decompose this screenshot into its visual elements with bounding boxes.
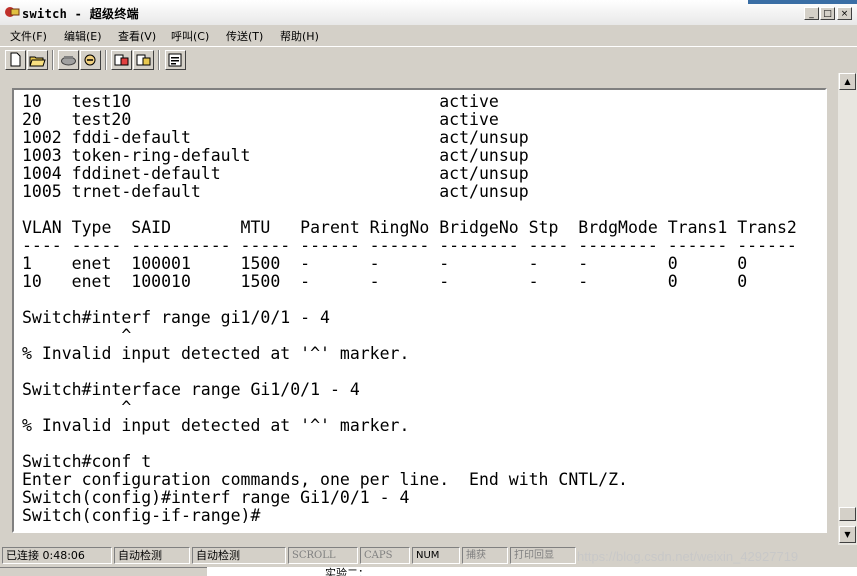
terminal-line: 10 enet 100010 1500 - - - - - 0 0 [22,272,748,291]
terminal-line: % Invalid input detected at '^' marker. [22,416,410,435]
desktop-strip [748,0,857,4]
receive-button[interactable] [133,50,154,70]
send-button[interactable] [111,50,132,70]
terminal-line: 1002 fddi-default act/unsup [22,128,529,147]
new-button[interactable] [5,50,26,70]
vertical-scrollbar[interactable]: ▲ ▼ [838,73,857,545]
send-icon [114,54,129,66]
terminal-line: Switch(config-if-range)# [22,506,261,525]
terminal-line: 10 test10 active [22,92,499,111]
terminal-line: ^ [22,398,132,417]
phone-icon [61,56,76,66]
menu-view[interactable]: 查看(V) [118,28,156,44]
status-capture: 捕获 [462,547,508,564]
toolbar-separator [105,50,107,70]
scroll-thumb[interactable] [839,507,856,521]
status-detect-1: 自动检测 [114,547,190,564]
new-icon [10,52,21,67]
terminal-screen[interactable]: 10 test10 active 20 test20 active 1002 fdd… [12,88,827,533]
terminal-line: VLAN Type SAID MTU Parent RingNo BridgeN… [22,218,797,237]
maximize-button[interactable]: □ [820,7,835,20]
status-connected: 已连接 0:48:06 [2,547,112,564]
status-caps: CAPS [360,547,410,564]
status-num: NUM [412,547,460,564]
terminal-line: Switch#interface range Gi1/0/1 - 4 [22,380,360,399]
open-icon [29,56,46,67]
receive-icon [136,54,151,66]
terminal-line: Enter configuration commands, one per li… [22,470,628,489]
terminal-line: Switch(config)#interf range Gi1/0/1 - 4 [22,488,410,507]
toolbar [0,46,857,74]
terminal-line: Switch#conf t [22,452,152,471]
watermark: https://blog.csdn.net/weixin_42927719 [577,549,799,564]
properties-icon [168,53,182,67]
minimize-button[interactable]: _ [804,7,819,20]
terminal-line: 1 enet 100001 1500 - - - - - 0 0 [22,254,748,273]
terminal-output: 10 test10 active 20 test20 active 1002 fdd… [22,93,797,525]
terminal-line: Switch#interf range gi1/0/1 - 4 [22,308,330,327]
scroll-up-button[interactable]: ▲ [839,73,856,90]
menu-bar: 文件(F) 编辑(E) 查看(V) 呼叫(C) 传送(T) 帮助(H) [0,25,857,46]
window-title: switch - 超级终端 [22,7,139,21]
open-button[interactable] [27,50,48,70]
toolbar-separator [158,50,160,70]
taskbar-fragment [0,567,207,576]
status-print-echo: 打印回显 [510,547,576,564]
terminal-line: ^ [22,326,132,345]
menu-transfer[interactable]: 传送(T) [226,28,263,44]
hyperterminal-icon [5,7,20,17]
title-bar[interactable]: switch - 超级终端 [0,0,857,26]
background-caption: 实验二： [325,567,369,576]
properties-button[interactable] [165,50,186,70]
terminal-line: 1005 trnet-default act/unsup [22,182,529,201]
menu-edit[interactable]: 编辑(E) [64,28,102,44]
terminal-line: ---- ----- ---------- ----- ------ -----… [22,236,797,255]
menu-file[interactable]: 文件(F) [10,28,47,44]
terminal-line: % Invalid input detected at '^' marker. [22,344,410,363]
terminal-line: 1003 token-ring-default act/unsup [22,146,529,165]
scroll-down-button[interactable]: ▼ [839,526,856,543]
close-button[interactable]: × [837,7,852,20]
status-scroll: SCROLL [288,547,358,564]
terminal-line: 20 test20 active [22,110,499,129]
terminal-line: 1004 fddinet-default act/unsup [22,164,529,183]
menu-call[interactable]: 呼叫(C) [171,28,209,44]
disconnect-icon [84,54,96,66]
menu-help[interactable]: 帮助(H) [280,28,319,44]
toolbar-separator [52,50,54,70]
status-detect-2: 自动检测 [192,547,286,564]
call-button[interactable] [58,50,79,70]
disconnect-button[interactable] [80,50,101,70]
